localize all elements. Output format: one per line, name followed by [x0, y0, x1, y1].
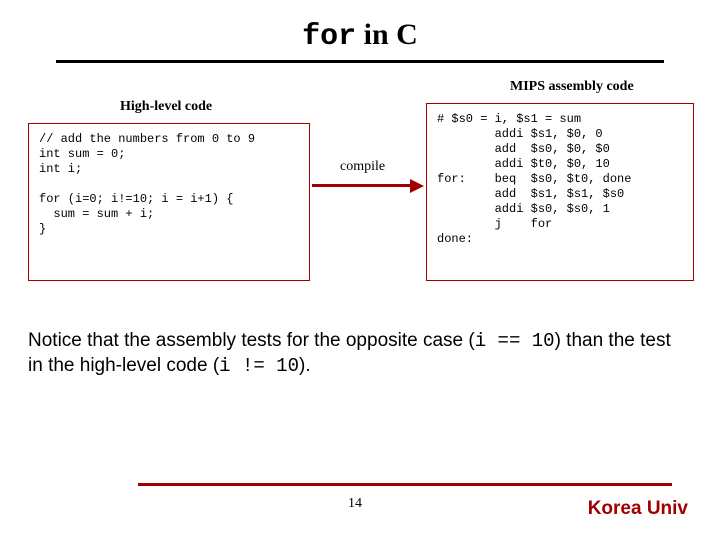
arrow-head-icon — [410, 179, 424, 193]
compile-label: compile — [340, 159, 385, 175]
mips-label: MIPS assembly code — [510, 79, 634, 95]
title-rest: in C — [356, 18, 418, 51]
slide-title: for in C — [0, 0, 720, 54]
footer-divider — [138, 483, 672, 486]
title-keyword: for — [302, 20, 356, 54]
notice-text: Notice that the assembly tests for the o… — [28, 329, 688, 379]
notice-part3: ). — [299, 355, 311, 376]
notice-code2: i != 10 — [219, 355, 299, 377]
arrow-line — [312, 184, 412, 187]
mips-code-box: # $s0 = i, $s1 = sum addi $s1, $0, 0 add… — [426, 103, 694, 281]
c-code-box: // add the numbers from 0 to 9 int sum =… — [28, 123, 310, 281]
notice-code1: i == 10 — [475, 330, 555, 352]
page-number: 14 — [348, 496, 362, 512]
compile-arrow — [312, 179, 424, 193]
highlevel-label: High-level code — [120, 99, 212, 115]
content-area: High-level code MIPS assembly code // ad… — [0, 63, 720, 393]
university-label: Korea Univ — [588, 498, 688, 520]
notice-part1: Notice that the assembly tests for the o… — [28, 330, 475, 351]
